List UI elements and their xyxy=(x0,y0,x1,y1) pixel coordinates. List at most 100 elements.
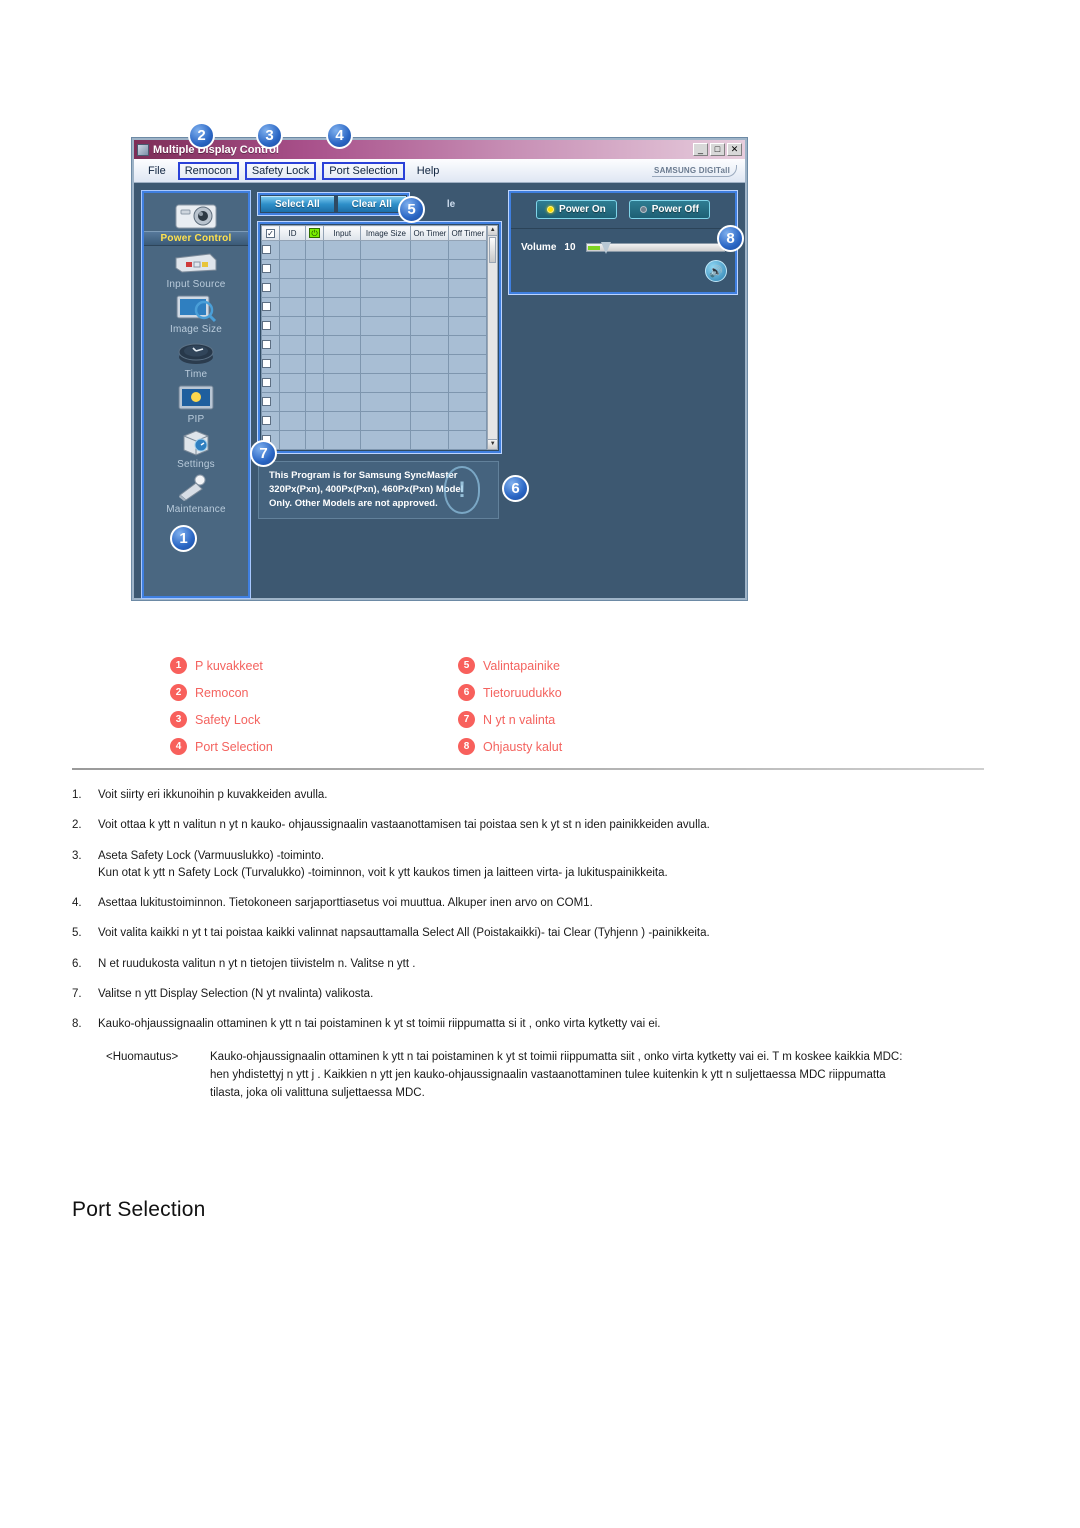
table-row[interactable] xyxy=(261,259,488,279)
row-checkbox-icon[interactable] xyxy=(262,302,271,311)
speaker-row: 🔊 xyxy=(519,253,727,282)
table-row[interactable] xyxy=(261,373,488,393)
sidebar-item-maintenance[interactable]: Maintenance xyxy=(144,473,248,516)
cell-power xyxy=(305,392,324,412)
legend-item: 5 Valintapainike xyxy=(458,652,562,679)
mdc-window: Multiple Display Control _ □ ✕ File Remo… xyxy=(132,138,747,600)
table-row[interactable] xyxy=(261,240,488,260)
maximize-icon[interactable]: □ xyxy=(710,143,725,156)
table-row[interactable] xyxy=(261,278,488,298)
row-checkbox-cell[interactable] xyxy=(261,354,280,374)
cell-power xyxy=(305,259,324,279)
note-text: Kauko-ohjaussignaalin ottaminen k ytt n … xyxy=(210,1051,903,1099)
row-checkbox-cell[interactable] xyxy=(261,259,280,279)
row-checkbox-cell[interactable] xyxy=(261,297,280,317)
table-body[interactable] xyxy=(261,240,488,450)
right-column: Power On Power Off Volume 10 🔊 xyxy=(508,190,738,598)
list-item: 2. Voit ottaa k ytt n valitun n yt n kau… xyxy=(72,817,992,834)
speaker-icon[interactable]: 🔊 xyxy=(705,260,727,282)
row-checkbox-cell[interactable] xyxy=(261,392,280,412)
row-checkbox-icon[interactable] xyxy=(262,378,271,387)
step-text-6: N et ruudukosta valitun n yt n tietojen … xyxy=(98,957,416,970)
checkbox-icon[interactable]: ✓ xyxy=(266,228,275,238)
menu-file[interactable]: File xyxy=(142,163,172,179)
row-checkbox-icon[interactable] xyxy=(262,321,271,330)
display-table[interactable]: ✓ ID ⏻ Input Image Size On Timer Off Tim… xyxy=(261,225,488,450)
row-checkbox-icon[interactable] xyxy=(262,245,271,254)
scrollbar-thumb[interactable] xyxy=(489,237,496,263)
table-row[interactable] xyxy=(261,392,488,412)
cell-power xyxy=(305,335,324,355)
cell-off-timer xyxy=(448,354,488,374)
table-row[interactable] xyxy=(261,430,488,450)
row-checkbox-cell[interactable] xyxy=(261,240,280,260)
list-item: 5. Voit valita kaikki n yt t tai poistaa… xyxy=(72,925,992,942)
close-icon[interactable]: ✕ xyxy=(727,143,742,156)
row-checkbox-icon[interactable] xyxy=(262,340,271,349)
row-checkbox-icon[interactable] xyxy=(262,416,271,425)
cell-id xyxy=(279,392,306,412)
legend-badge-1: 1 xyxy=(170,657,187,674)
legend-item: 8 Ohjausty kalut xyxy=(458,733,562,760)
power-off-label: Power Off xyxy=(651,204,699,215)
window-buttons[interactable]: _ □ ✕ xyxy=(693,143,742,156)
clear-all-button[interactable]: Clear All xyxy=(337,196,406,212)
display-grid-panel: ✓ ID ⏻ Input Image Size On Timer Off Tim… xyxy=(257,221,502,454)
row-checkbox-cell[interactable] xyxy=(261,278,280,298)
table-row[interactable] xyxy=(261,316,488,336)
note-label: <Huomautus> xyxy=(106,1051,179,1064)
table-row[interactable] xyxy=(261,354,488,374)
row-checkbox-icon[interactable] xyxy=(262,397,271,406)
sidebar-item-power-control[interactable]: Power Control xyxy=(144,201,248,246)
step-number-6: 6. xyxy=(72,957,82,970)
row-checkbox-cell[interactable] xyxy=(261,335,280,355)
row-checkbox-icon[interactable] xyxy=(262,264,271,273)
sidebar-item-image-size[interactable]: Image Size xyxy=(144,293,248,336)
sidebar-item-time[interactable]: Time xyxy=(144,338,248,381)
grid-scrollbar[interactable]: ▲ ▼ xyxy=(487,225,498,450)
row-checkbox-cell[interactable] xyxy=(261,411,280,431)
list-item: 3. Aseta Safety Lock (Varmuuslukko) -toi… xyxy=(72,848,992,883)
power-on-led-icon xyxy=(547,206,555,213)
cell-input xyxy=(322,335,362,355)
scroll-up-icon[interactable]: ▲ xyxy=(488,226,497,236)
cell-off-timer xyxy=(448,240,488,260)
cell-image-size xyxy=(360,335,412,355)
menu-safety-lock[interactable]: Safety Lock xyxy=(244,161,317,180)
pip-icon xyxy=(144,383,248,413)
select-all-button[interactable]: Select All xyxy=(261,196,334,212)
clock-icon xyxy=(144,338,248,368)
cell-on-timer xyxy=(410,316,450,336)
volume-fill xyxy=(588,246,601,250)
row-checkbox-icon[interactable] xyxy=(262,359,271,368)
mdc-application-screenshot: Multiple Display Control _ □ ✕ File Remo… xyxy=(132,122,747,600)
header-select-all-checkbox[interactable]: ✓ xyxy=(261,225,280,241)
table-row[interactable] xyxy=(261,297,488,317)
row-checkbox-cell[interactable] xyxy=(261,316,280,336)
schedule-label-partial: le xyxy=(446,198,456,210)
table-row[interactable] xyxy=(261,335,488,355)
volume-slider[interactable] xyxy=(586,242,725,254)
power-off-button[interactable]: Power Off xyxy=(628,200,710,219)
volume-slider-handle[interactable] xyxy=(601,242,612,254)
sidebar-item-pip[interactable]: PIP xyxy=(144,383,248,426)
minimize-icon[interactable]: _ xyxy=(693,143,708,156)
sidebar-item-input-source[interactable]: Input Source xyxy=(144,248,248,291)
sidebar-label-maintenance: Maintenance xyxy=(166,504,226,515)
sidebar-item-settings[interactable]: Settings xyxy=(144,428,248,471)
power-on-button[interactable]: Power On xyxy=(536,200,617,219)
select-clear-group: Select All Clear All xyxy=(257,192,410,216)
legend-column-right: 5 Valintapainike 6 Tietoruudukko 7 N yt … xyxy=(458,652,562,760)
cell-image-size xyxy=(360,316,412,336)
row-checkbox-icon[interactable] xyxy=(262,283,271,292)
cell-image-size xyxy=(360,373,412,393)
cell-on-timer xyxy=(410,354,450,374)
table-row[interactable] xyxy=(261,411,488,431)
cell-input xyxy=(322,373,362,393)
menu-remocon[interactable]: Remocon xyxy=(177,161,239,180)
scroll-down-icon[interactable]: ▼ xyxy=(488,439,497,449)
menu-port-selection[interactable]: Port Selection xyxy=(322,161,405,180)
callout-badge-3: 3 xyxy=(256,122,283,149)
row-checkbox-cell[interactable] xyxy=(261,373,280,393)
menu-help[interactable]: Help xyxy=(411,163,446,179)
